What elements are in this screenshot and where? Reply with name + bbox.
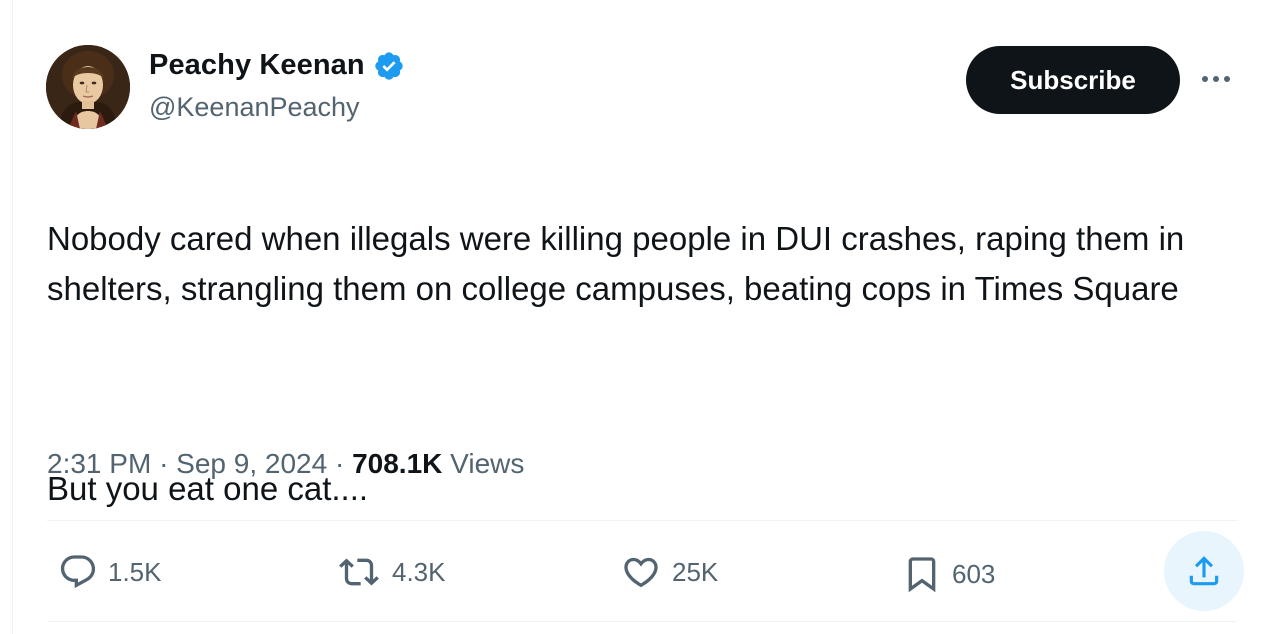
divider: [47, 520, 1237, 521]
reply-icon: [60, 555, 96, 589]
share-button[interactable]: [1164, 531, 1244, 611]
bottom-divider: [47, 621, 1237, 622]
tweet-card: Peachy Keenan @KeenanPeachy Subscribe No…: [0, 0, 1270, 634]
views-count: 708.1K: [352, 448, 443, 479]
tweet-time[interactable]: 2:31 PM: [47, 448, 151, 479]
share-icon: [1189, 556, 1219, 586]
like-count: 25K: [672, 556, 719, 587]
heart-icon: [624, 557, 658, 588]
tweet-paragraph-1: Nobody cared when illegals were killing …: [47, 220, 1185, 307]
bookmark-count: 603: [952, 558, 996, 589]
tweet-text: Nobody cared when illegals were killing …: [47, 164, 1237, 564]
more-options-icon[interactable]: [1196, 64, 1236, 94]
more-dot: [1202, 76, 1208, 82]
bookmark-icon: [908, 557, 936, 593]
verified-badge-icon: [375, 51, 403, 80]
more-dot: [1213, 76, 1219, 82]
author-name-row: Peachy Keenan: [149, 49, 405, 82]
display-name[interactable]: Peachy Keenan: [149, 49, 365, 82]
tweet-date[interactable]: Sep 9, 2024: [176, 448, 327, 479]
tweet-blank-line: [47, 364, 1237, 414]
repost-button[interactable]: 4.3K: [336, 552, 446, 592]
tweet-meta: 2:31 PM · Sep 9, 2024 · 708.1K Views: [47, 448, 524, 480]
reply-count: 1.5K: [108, 556, 162, 587]
reply-button[interactable]: 1.5K: [58, 552, 162, 592]
avatar[interactable]: [46, 45, 130, 129]
bookmark-button[interactable]: 603: [902, 552, 995, 596]
meta-separator: ·: [159, 448, 169, 479]
more-dot: [1224, 76, 1230, 82]
subscribe-button[interactable]: Subscribe: [966, 46, 1180, 114]
repost-icon: [339, 558, 379, 586]
meta-separator: ·: [334, 448, 345, 479]
author-handle[interactable]: @KeenanPeachy: [149, 92, 360, 123]
repost-count: 4.3K: [392, 556, 446, 587]
views-label: Views: [450, 448, 525, 479]
like-button[interactable]: 25K: [620, 552, 718, 592]
left-border: [12, 0, 13, 634]
